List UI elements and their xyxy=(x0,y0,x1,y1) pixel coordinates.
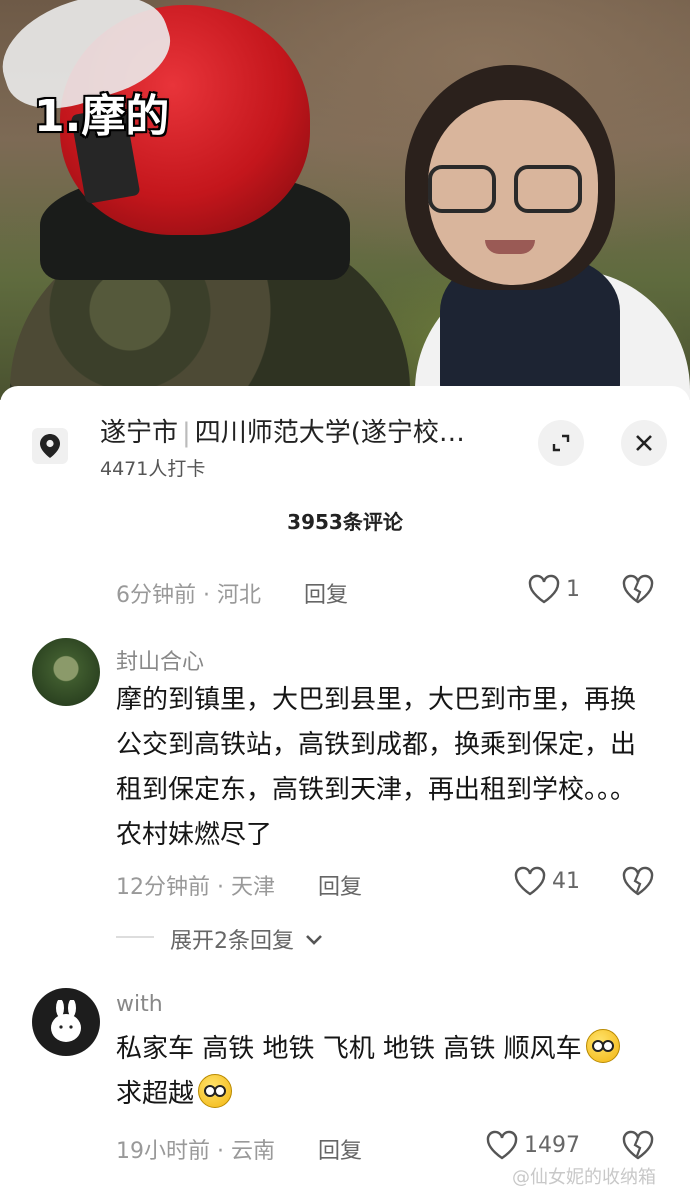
dislike-button[interactable] xyxy=(622,1130,654,1164)
avatar[interactable] xyxy=(32,988,100,1056)
watermark: @仙女妮的收纳箱 xyxy=(512,1167,656,1188)
location-checkins: 4471人打卡 xyxy=(100,458,206,480)
comment-meta: 12分钟前 · 天津 xyxy=(116,875,275,900)
chevron-down-icon xyxy=(306,935,322,945)
close-button[interactable] xyxy=(621,420,667,466)
location-separator: | xyxy=(182,418,191,448)
dislike-button[interactable] xyxy=(622,866,654,900)
video-frame[interactable]: 1.摩的 xyxy=(0,0,690,400)
expand-button[interactable] xyxy=(538,420,584,466)
expand-replies-label: 展开2条回复 xyxy=(170,929,294,954)
expand-divider xyxy=(116,936,154,938)
dislike-button[interactable] xyxy=(622,574,654,608)
reply-button[interactable]: 回复 xyxy=(318,869,362,901)
like-button[interactable]: 41 xyxy=(514,866,580,896)
like-count: 41 xyxy=(552,868,580,894)
heart-icon xyxy=(486,1130,518,1160)
comment-meta: 19小时前 · 云南 xyxy=(116,1139,275,1164)
like-count: 1 xyxy=(566,576,580,602)
username[interactable]: 封山合心 xyxy=(116,644,204,676)
comment-meta: 6分钟前 · 河北 xyxy=(116,583,261,608)
reply-button[interactable]: 回复 xyxy=(304,577,348,609)
glasses-left xyxy=(428,165,496,213)
comment-text-line: 求超越 xyxy=(116,1079,195,1109)
comment-count: 3953条评论 xyxy=(287,510,403,534)
avatar[interactable] xyxy=(32,638,100,706)
girl-mouth xyxy=(485,240,535,254)
location-place: 四川师范大学(遂宁校… xyxy=(194,418,465,448)
username[interactable]: with xyxy=(116,992,163,1017)
emoji-wink-icon xyxy=(198,1074,233,1108)
heart-icon xyxy=(514,866,546,896)
expand-replies-button[interactable]: 展开2条回复 xyxy=(170,923,323,955)
like-button[interactable]: 1497 xyxy=(486,1130,580,1160)
location-pin-icon xyxy=(32,428,68,464)
reply-button[interactable]: 回复 xyxy=(318,1133,362,1165)
close-icon xyxy=(636,435,652,451)
like-button[interactable]: 1 xyxy=(528,574,580,604)
location-title[interactable]: 遂宁市 | 四川师范大学(遂宁校… xyxy=(100,412,520,449)
bunny-avatar-icon xyxy=(51,1000,81,1042)
location-city: 遂宁市 xyxy=(100,418,179,448)
broken-heart-icon xyxy=(622,574,654,604)
heart-icon xyxy=(528,574,560,604)
comment-text: 私家车 高铁 地铁 飞机 地铁 高铁 顺风车 求超越 xyxy=(116,1027,676,1117)
emoji-smile-icon xyxy=(585,1029,620,1063)
expand-icon xyxy=(552,434,570,452)
broken-heart-icon xyxy=(622,866,654,896)
comment-text: 摩的到镇里，大巴到县里，大巴到市里，再换公交到高铁站，高铁到成都，换乘到保定，出… xyxy=(116,685,637,850)
video-overlay-label: 1.摩的 xyxy=(32,90,170,144)
glasses-right xyxy=(514,165,582,213)
broken-heart-icon xyxy=(622,1130,654,1160)
like-count: 1497 xyxy=(524,1132,580,1158)
comment-text-line: 私家车 高铁 地铁 飞机 地铁 高铁 顺风车 xyxy=(116,1034,582,1064)
